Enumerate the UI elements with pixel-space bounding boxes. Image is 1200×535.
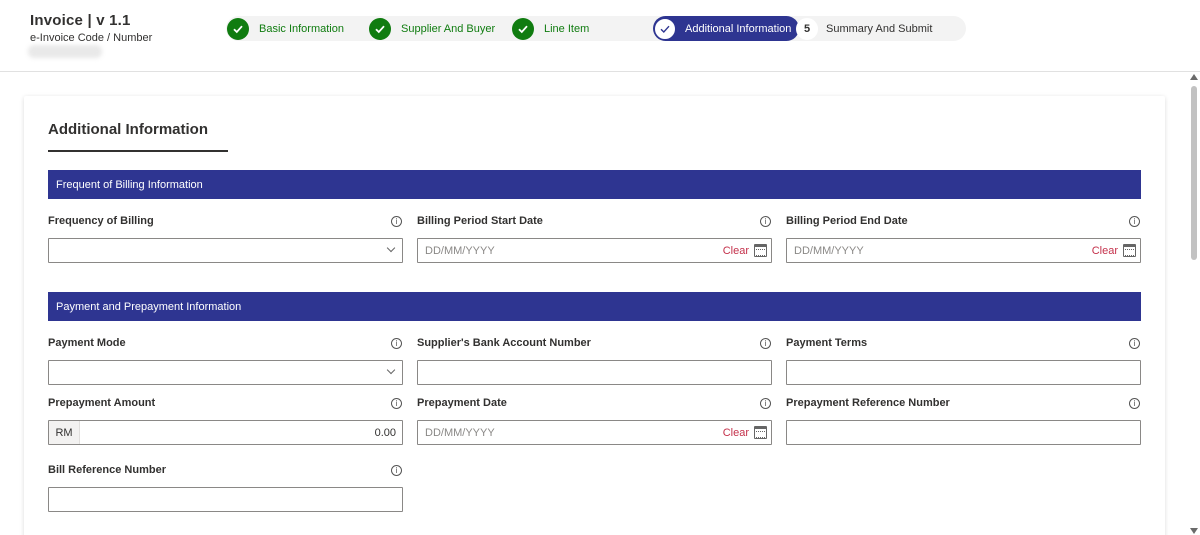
scroll-up-arrow-icon[interactable] (1190, 74, 1198, 80)
currency-prefix: RM (49, 421, 80, 444)
check-icon (369, 17, 391, 40)
payment-terms-input[interactable] (786, 360, 1141, 385)
billing-period-start-date-input[interactable]: DD/MM/YYYY Clear (417, 238, 772, 263)
redacted-invoice-number (28, 45, 102, 58)
prepayment-amount-input[interactable]: RM 0.00 (48, 420, 403, 445)
step-basic-information[interactable]: Basic Information (227, 16, 344, 41)
bill-reference-label: Bill Reference Number (48, 464, 166, 476)
info-icon[interactable]: i (760, 338, 771, 349)
progress-stepper: Basic Information Supplier And Buyer Lin… (226, 16, 966, 41)
title-underline (48, 150, 228, 152)
step-label: Summary And Submit (826, 22, 933, 35)
step-label: Supplier And Buyer (401, 22, 496, 35)
page-title: Invoice | v 1.1 (30, 12, 131, 29)
step-line-item[interactable]: Line Item (512, 16, 589, 41)
info-icon[interactable]: i (760, 398, 771, 409)
scroll-thumb[interactable] (1191, 86, 1197, 260)
chevron-down-icon (386, 243, 396, 253)
step-additional-information[interactable]: Additional Information (653, 16, 800, 41)
bill-reference-input[interactable] (48, 487, 403, 512)
calendar-icon[interactable] (754, 426, 767, 439)
chevron-down-icon (386, 365, 396, 375)
payment-mode-dropdown[interactable] (48, 360, 403, 385)
invoice-code-label: e-Invoice Code / Number (30, 32, 153, 44)
info-icon[interactable]: i (1129, 216, 1140, 227)
frequency-of-billing-label: Frequency of Billing (48, 215, 154, 227)
check-icon (654, 17, 676, 40)
additional-information-card: Additional Information Frequent of Billi… (24, 96, 1165, 535)
check-icon (227, 17, 249, 40)
billing-section-header: Frequent of Billing Information (48, 170, 1141, 199)
payment-section-header: Payment and Prepayment Information (48, 292, 1141, 321)
amount-value: 0.00 (374, 427, 396, 439)
date-placeholder: DD/MM/YYYY (794, 245, 864, 257)
calendar-icon[interactable] (1123, 244, 1136, 257)
date-placeholder: DD/MM/YYYY (425, 245, 495, 257)
prepayment-reference-label: Prepayment Reference Number (786, 397, 950, 409)
billing-period-end-label: Billing Period End Date (786, 215, 908, 227)
info-icon[interactable]: i (391, 216, 402, 227)
date-placeholder: DD/MM/YYYY (425, 427, 495, 439)
check-icon (512, 17, 534, 40)
step-supplier-and-buyer[interactable]: Supplier And Buyer (369, 16, 495, 41)
step-label: Additional Information (685, 22, 792, 35)
billing-period-end-date-input[interactable]: DD/MM/YYYY Clear (786, 238, 1141, 263)
vertical-scrollbar[interactable] (1188, 72, 1200, 535)
clear-button[interactable]: Clear (723, 427, 749, 439)
step-number: 5 (796, 17, 818, 40)
card-title: Additional Information (48, 121, 208, 138)
info-icon[interactable]: i (391, 465, 402, 476)
info-icon[interactable]: i (391, 338, 402, 349)
step-label: Line Item (544, 22, 590, 35)
prepayment-date-input[interactable]: DD/MM/YYYY Clear (417, 420, 772, 445)
info-icon[interactable]: i (391, 398, 402, 409)
step-label: Basic Information (259, 22, 344, 35)
prepayment-date-label: Prepayment Date (417, 397, 507, 409)
bank-account-label: Supplier's Bank Account Number (417, 337, 591, 349)
bank-account-input[interactable] (417, 360, 772, 385)
step-summary-and-submit[interactable]: 5 Summary And Submit (796, 16, 932, 41)
scroll-down-arrow-icon[interactable] (1190, 528, 1198, 534)
prepayment-amount-label: Prepayment Amount (48, 397, 156, 409)
page-header: Invoice | v 1.1 e-Invoice Code / Number … (0, 0, 1200, 72)
payment-mode-label: Payment Mode (48, 337, 126, 349)
info-icon[interactable]: i (1129, 338, 1140, 349)
frequency-of-billing-dropdown[interactable] (48, 238, 403, 263)
prepayment-reference-input[interactable] (786, 420, 1141, 445)
clear-button[interactable]: Clear (1092, 245, 1118, 257)
payment-terms-label: Payment Terms (786, 337, 868, 349)
info-icon[interactable]: i (1129, 398, 1140, 409)
calendar-icon[interactable] (754, 244, 767, 257)
clear-button[interactable]: Clear (723, 245, 749, 257)
billing-period-start-label: Billing Period Start Date (417, 215, 543, 227)
info-icon[interactable]: i (760, 216, 771, 227)
